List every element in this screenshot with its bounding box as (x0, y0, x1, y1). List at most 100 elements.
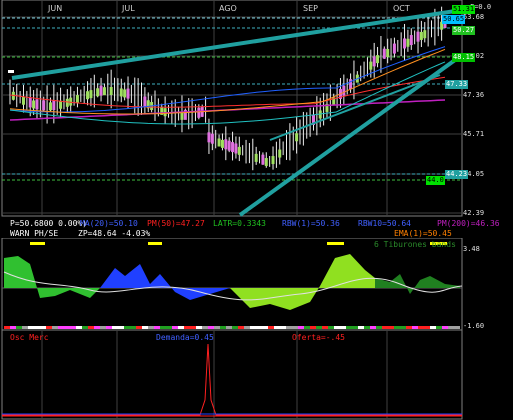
band-marker-bottom (94, 326, 100, 329)
band-marker-bottom (214, 326, 220, 329)
price-box: 50.65 (442, 15, 466, 24)
price-box: 47.33 (445, 80, 469, 89)
price-candle-green (96, 88, 100, 97)
price-candle-magenta (99, 85, 103, 96)
price-candle-green (21, 96, 25, 105)
month-label-jul: JUL (122, 4, 135, 13)
price-candle-green (406, 38, 410, 47)
band-marker-bottom (370, 326, 376, 329)
band-marker-bottom (76, 326, 82, 329)
price-marker (8, 70, 14, 73)
price-candle-magenta (227, 140, 231, 151)
band-marker-bottom (328, 326, 334, 329)
band-marker-bottom (46, 326, 52, 329)
band-marker-bottom (208, 326, 214, 329)
price-box-text: 51.31 (453, 5, 475, 13)
info-zp: ZP=48.64 -4.03% (78, 229, 151, 238)
price-candle-magenta (210, 133, 214, 144)
band-marker-bottom (112, 326, 118, 329)
osc-label-oferta: Oferta=-.45 (292, 333, 345, 342)
band-marker-bottom (178, 326, 184, 329)
price-candle-green (386, 48, 390, 57)
band-marker-bottom (424, 326, 430, 329)
info-rbw1: RBW(1)=50.36 (282, 219, 340, 228)
price-candle-green (102, 87, 106, 96)
info-pm50: PM(50)=47.27 (147, 219, 205, 228)
band-marker-bottom (232, 326, 238, 329)
band-marker-bottom (334, 326, 340, 329)
band-marker-bottom (136, 326, 142, 329)
band-marker-bottom (190, 326, 196, 329)
price-box-text: 50.65 (443, 15, 465, 23)
indicator-label: 6 Tiburones bands (374, 240, 456, 249)
price-candle-green (295, 133, 299, 142)
price-candle-magenta (403, 38, 407, 49)
price-candle-magenta (224, 139, 228, 150)
month-label-sep: SEP (303, 4, 318, 13)
price-candle-green (75, 95, 79, 104)
price-candle-magenta (261, 154, 265, 165)
band-marker-bottom (310, 326, 316, 329)
band-marker-bottom (274, 326, 280, 329)
info-pm200: PM(200)=46.36 (437, 219, 500, 228)
price-candle-green (220, 139, 224, 148)
band-marker-bottom (154, 326, 160, 329)
price-candle-green (86, 91, 90, 100)
band-marker-bottom (364, 326, 370, 329)
price-axis-label: 45.71 (463, 130, 485, 138)
oscillator-panel[interactable] (0, 330, 463, 420)
price-chart[interactable] (0, 0, 463, 230)
band-marker-top (327, 242, 344, 245)
info-price: P=50.6800 0.00%) (10, 219, 88, 228)
band-marker-bottom (400, 326, 406, 329)
price-box: 48.15 (452, 53, 476, 62)
band-marker-bottom (304, 326, 310, 329)
price-candle-green (65, 98, 69, 107)
price-candle-magenta (349, 79, 353, 90)
price-candle-magenta (409, 35, 413, 46)
band-marker-bottom (70, 326, 76, 329)
band-marker-bottom (124, 326, 130, 329)
band-marker-bottom (256, 326, 262, 329)
month-label-ago: AGO (219, 4, 237, 13)
indicator-area-green (4, 256, 100, 298)
indicator-panel[interactable] (0, 238, 463, 336)
band-marker-bottom (238, 326, 244, 329)
band-marker-bottom (130, 326, 136, 329)
band-marker-bottom (226, 326, 232, 329)
band-marker-bottom (454, 326, 460, 329)
price-candle-magenta (392, 43, 396, 54)
band-marker-bottom (340, 326, 346, 329)
info-warn: WARN PH/SE (10, 229, 59, 238)
band-marker-bottom (10, 326, 16, 329)
price-candle-green (254, 153, 258, 162)
band-marker-bottom (292, 326, 298, 329)
band-marker-bottom (4, 326, 10, 329)
price-candle-magenta (207, 132, 211, 143)
indicator-axis-bottom: -1.60 (463, 322, 485, 330)
price-candle-magenta (234, 143, 238, 154)
price-candle-green (32, 100, 36, 109)
price-box: 51.31 (452, 5, 476, 14)
price-box: 50.27 (452, 26, 476, 35)
osc-spike (2, 343, 462, 416)
band-marker-bottom (148, 326, 154, 329)
band-marker-bottom (442, 326, 448, 329)
band-marker-top (148, 242, 162, 245)
osc-label-demanda: Demanda=0.45 (156, 333, 214, 342)
band-marker-bottom (172, 326, 178, 329)
price-candle-green (376, 55, 380, 64)
band-marker-bottom (82, 326, 88, 329)
price-box-text: 48.15 (453, 53, 475, 61)
price-box-text: 50.27 (453, 26, 475, 34)
band-marker-bottom (262, 326, 268, 329)
price-candle-green (278, 149, 282, 158)
indicator-area-darkgreen (375, 274, 460, 294)
price-candle-magenta (126, 88, 130, 99)
band-marker-bottom (322, 326, 328, 329)
price-candle-green (69, 97, 73, 106)
price-candle-green (217, 138, 221, 147)
band-marker-bottom (298, 326, 304, 329)
band-marker-bottom (430, 326, 436, 329)
price-candle-green (109, 86, 113, 95)
